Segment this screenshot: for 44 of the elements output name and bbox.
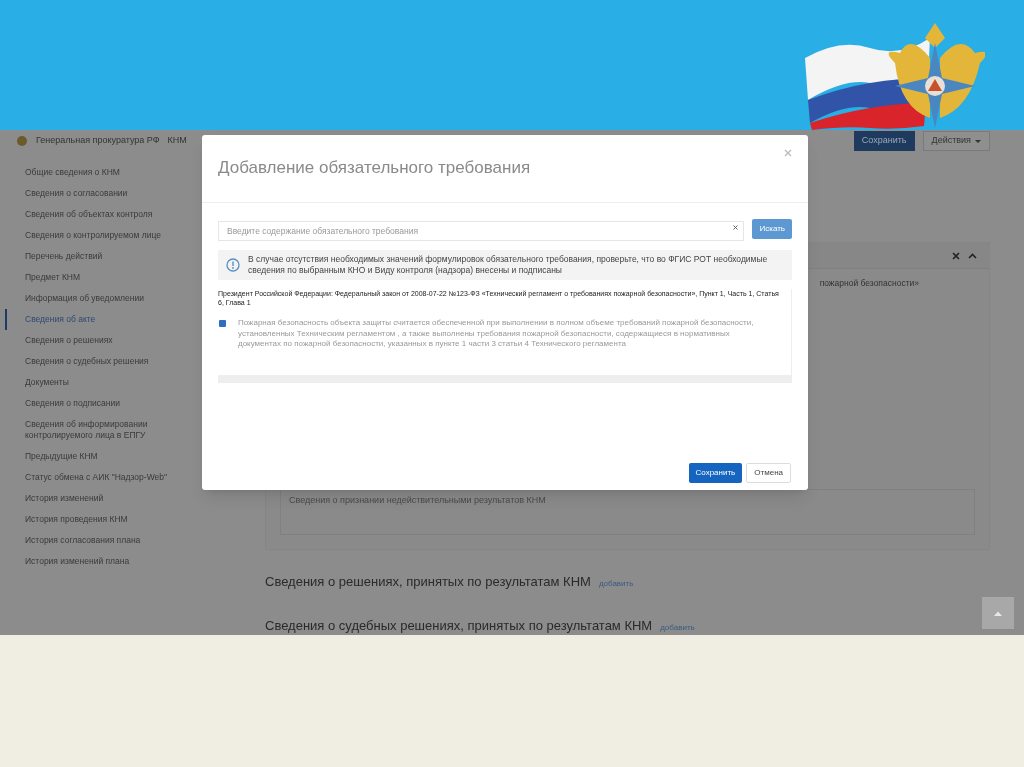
requirement-text: пожарной безопасности» [819,277,919,290]
sidebar-item[interactable]: История согласования плана [25,530,205,551]
add-link[interactable]: добавить [660,621,695,634]
close-icon[interactable] [952,251,960,260]
sidebar-item[interactable]: Сведения о контролируемом лице [25,225,205,246]
save-button[interactable]: Сохранить [853,131,915,151]
cancel-button[interactable]: Отмена [746,463,791,483]
sidebar-item[interactable]: Общие сведения о КНМ [25,162,205,183]
sidebar-item[interactable]: Предыдущие КНМ [25,446,205,467]
sidebar-item[interactable]: Статус обмена с АИК "Надзор-Web" [25,467,205,488]
sidebar-item[interactable]: История изменений плана [25,551,205,572]
chevron-up-icon[interactable] [968,252,977,259]
search-field[interactable]: Введите содержание обязательного требования [218,221,745,241]
search-button[interactable]: Искать [752,219,792,239]
modal-title: Добавление обязательного требования [218,157,531,179]
sidebar-item[interactable]: Сведения о подписании [25,393,205,414]
info-icon [226,258,240,272]
scroll-to-top-button[interactable] [982,597,1014,629]
chevron-up-icon [993,609,1003,617]
checkbox[interactable] [219,320,226,327]
sidebar-item[interactable]: Документы [25,372,205,393]
sidebar-item[interactable]: Сведения об объектах контроля [25,204,205,225]
sidebar-item[interactable]: Сведения о решениях [25,330,205,351]
info-text: В случае отсутствия необходимых значений формулировок обязательного требования, проверьте, что во ФГИС РОТ необходимые сведения по выбранным КНО и Виду контроля (надзора) внесены и подписаны [248,254,769,276]
clear-icon[interactable] [733,225,739,230]
sidebar-item[interactable]: Перечень действий [25,246,205,267]
section-heading: Сведения о решениях, принятых по результатам КНМ [265,573,591,591]
add-link[interactable]: добавить [598,578,634,590]
sidebar-item[interactable]: Сведения о судебных решения [25,351,205,372]
sidebar-item[interactable]: Информация об уведомлении [25,288,205,309]
sidebar-item[interactable]: История изменений [25,488,205,509]
sidebar-item[interactable]: Сведения об информировании контролируемого лица в ЕПГУ [25,414,205,446]
section-name: КНМ [167,134,187,148]
sidebar-item[interactable]: Предмет КНМ [25,267,205,288]
sidebar-item[interactable]: Сведения об акте [25,309,205,330]
requirement-text: Пожарная безопасность объекта защиты считается обеспеченной при выполнении в полном объеме требований пожарной безопасности, установленных Техническим регламентом , а также выполнены требования пожарной безопасности, содержащиеся в нормативных документах по пожарной безопасности, указанных в пункте 1 части 3 статьи 4 Технического регламента [238,318,755,350]
save-button[interactable]: Сохранить [688,463,743,483]
actions-dropdown[interactable]: Действия [922,131,990,151]
organization-name: Генеральная прокуратура РФ [36,134,160,148]
section-heading: Сведения о судебных решениях, принятых по результатам КНМ [265,616,653,635]
emblem-icon [16,135,28,147]
sidebar-item[interactable]: Сведения о согласовании [25,183,205,204]
caret-icon [975,139,981,143]
sidebar-item[interactable]: История проведения КНМ [25,509,205,530]
